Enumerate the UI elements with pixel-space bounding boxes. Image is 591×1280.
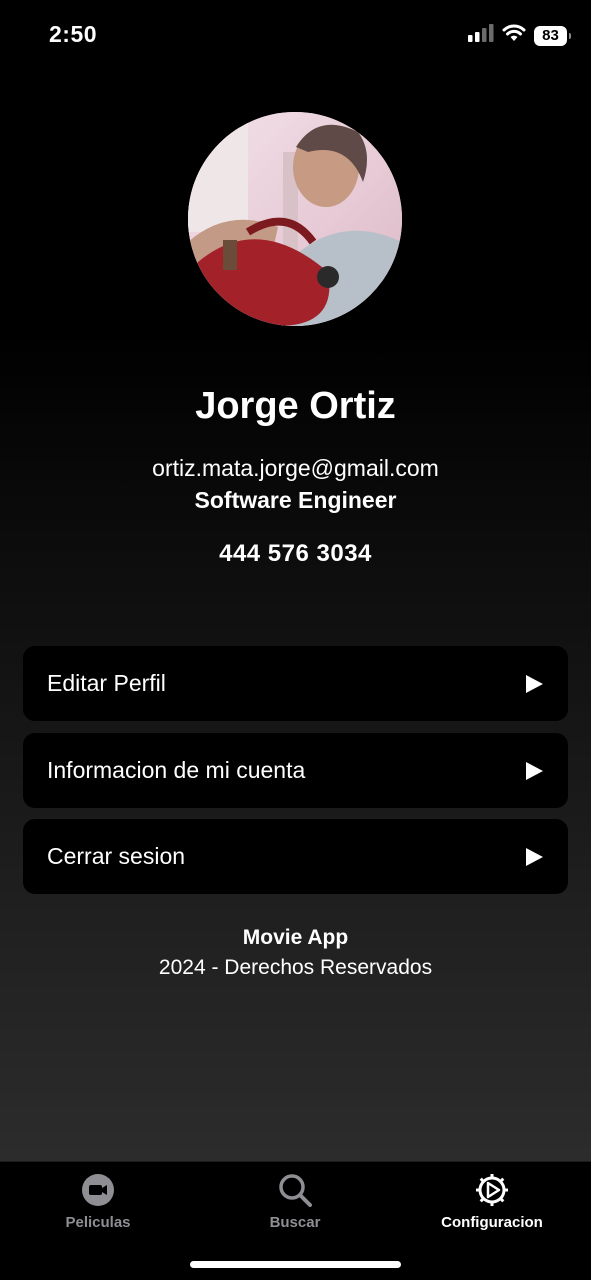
footer-copyright: 2024 - Derechos Reservados — [158, 956, 433, 979]
tab-label: Peliculas — [65, 1214, 131, 1231]
menu-item-account-info[interactable]: Informacion de mi cuenta — [23, 733, 568, 808]
avatar — [188, 112, 402, 326]
search-icon — [277, 1172, 313, 1208]
status-icons: 83 — [468, 24, 571, 47]
footer-app-name: Movie App — [242, 926, 349, 949]
menu-item-edit-profile[interactable]: Editar Perfil — [23, 646, 568, 721]
menu-item-label: Cerrar sesion — [47, 843, 186, 869]
menu-item-label: Informacion de mi cuenta — [47, 757, 306, 783]
gear-icon — [474, 1172, 510, 1208]
battery-indicator: 83 — [534, 25, 571, 46]
status-time: 2:50 — [49, 21, 98, 47]
tab-configuracion[interactable]: Configuracion — [402, 1172, 582, 1231]
video-camera-icon — [80, 1172, 116, 1208]
status-bar: 2:50 83 — [0, 0, 591, 70]
play-icon — [524, 847, 544, 867]
profile-job-title: Software Engineer — [194, 487, 397, 513]
profile-phone: 444 576 3034 — [219, 540, 372, 567]
play-icon — [524, 761, 544, 781]
home-indicator[interactable] — [190, 1261, 401, 1268]
play-icon — [524, 674, 544, 694]
wifi-icon — [502, 24, 526, 47]
tab-label: Buscar — [269, 1214, 321, 1231]
menu-item-logout[interactable]: Cerrar sesion — [23, 819, 568, 894]
tab-peliculas[interactable]: Peliculas — [8, 1172, 188, 1231]
profile-email: ortiz.mata.jorge@gmail.com — [152, 455, 439, 481]
tab-buscar[interactable]: Buscar — [205, 1172, 385, 1231]
tab-label: Configuracion — [441, 1214, 543, 1231]
cellular-signal-icon — [468, 24, 494, 47]
profile-name: Jorge Ortiz — [195, 385, 396, 427]
menu-item-label: Editar Perfil — [47, 670, 166, 696]
profile-screen: 2:50 83 Jorge Ortiz ortiz.mata.jorge@gma… — [0, 0, 591, 1280]
